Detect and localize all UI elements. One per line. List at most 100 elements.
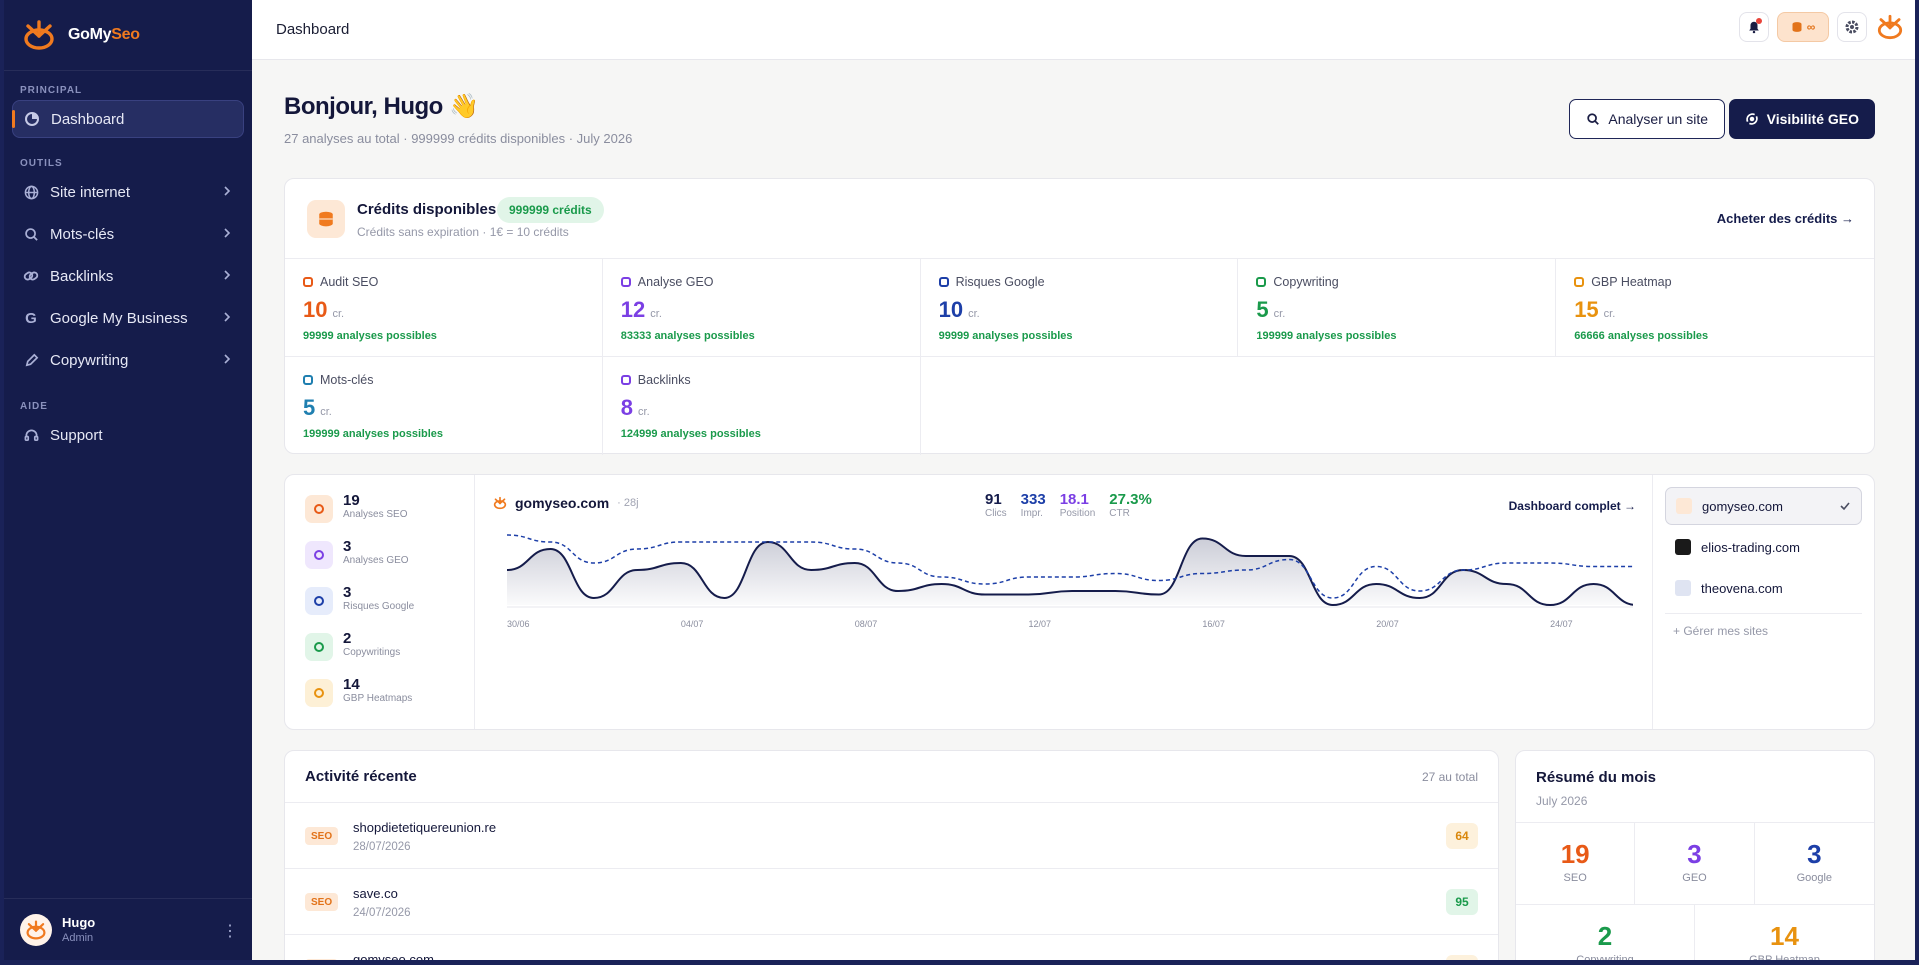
chevron-right-icon [224, 354, 231, 364]
site-option-1[interactable]: elios-trading.com [1665, 528, 1862, 566]
favicon-icon [1676, 498, 1692, 514]
tool-name: Mots-clés [320, 373, 374, 387]
chevron-right-icon [224, 312, 231, 322]
brand[interactable]: GoMySeo [4, 0, 252, 70]
logo-icon [1877, 14, 1903, 40]
count-value: 14 [343, 676, 360, 693]
x-tick-label: 16/07 [1202, 619, 1225, 629]
credits-card: Crédits disponibles 999999 crédits Crédi… [284, 178, 1875, 455]
summary-cell: 14 GBP Heatmap [1695, 905, 1874, 960]
count-value: 3 [343, 538, 352, 555]
summary-month: July 2026 [1536, 794, 1588, 808]
sidebar-item-label: Site internet [50, 183, 131, 201]
sidebar-item-copywriting[interactable]: Copywriting [12, 341, 244, 379]
tool-cost: 15 [1574, 297, 1599, 322]
count-item-4[interactable]: 14 GBP Heatmaps [305, 677, 474, 723]
sidebar-item-label: Support [50, 426, 103, 444]
geo-visibility-button[interactable]: Visibilité GEO [1728, 99, 1875, 139]
recent-activity-card: Activité récente 27 au total SEO shopdie… [284, 750, 1499, 960]
count-label: Copywritings [343, 647, 401, 658]
table-row[interactable]: SEO save.co 24/07/2026 95 [285, 869, 1498, 935]
summary-cell: 3 Google [1754, 823, 1874, 905]
tool-cost: 8 [620, 395, 634, 420]
user-profile[interactable]: Hugo Admin ⋮ [4, 898, 252, 960]
sidebar-item-site-internet[interactable]: Site internet [12, 173, 244, 211]
sidebar-item-support[interactable]: Support [12, 416, 244, 454]
sidebar-item-backlinks[interactable]: Backlinks [12, 257, 244, 295]
notifications-button[interactable] [1739, 12, 1769, 42]
check-icon [1840, 502, 1850, 511]
empty-cell [921, 357, 1239, 455]
settings-button[interactable] [1837, 12, 1867, 42]
tool-cost: 12 [620, 297, 646, 322]
analyze-site-button[interactable]: Analyser un site [1569, 99, 1725, 139]
kpi-0: 91 Clics [985, 491, 1007, 519]
activity-site: shopdietetiquereunion.re [353, 820, 497, 835]
pen-icon [1256, 277, 1267, 287]
summary-cell: 19 SEO [1516, 823, 1636, 905]
period-label: · 28j [617, 497, 639, 509]
x-tick-label: 24/07 [1550, 619, 1573, 629]
site-option-0[interactable]: gomyseo.com [1665, 487, 1862, 525]
orbit-icon [620, 277, 631, 287]
count-item-3[interactable]: 2 Copywritings [305, 631, 474, 677]
empty-cell [1556, 357, 1874, 455]
buy-credits-link[interactable]: Acheter des crédits → [1717, 211, 1854, 226]
site-option-2[interactable]: theovena.com [1665, 569, 1862, 607]
credits-title: Crédits disponibles [357, 201, 497, 218]
count-label: Analyses GEO [343, 555, 409, 566]
brand-name: GoMySeo [68, 26, 140, 43]
score-badge: 95 [1446, 889, 1478, 915]
month-summary-card: Résumé du mois July 2026 19 SEO 3 GEO 3 Googl… [1515, 750, 1875, 960]
chevron-right-icon [224, 270, 231, 280]
summary-cell: 2 Copywriting [1516, 905, 1695, 960]
main-content: Dashboard ∞ Bonjour, Hugo 👋 27 analyses … [252, 0, 1915, 960]
chevron-right-icon [224, 228, 231, 238]
tool-name: GBP Heatmap [1591, 275, 1672, 289]
search-icon [303, 277, 313, 287]
activity-date: 24/07/2026 [353, 907, 411, 919]
credit-tool-0: Audit SEO 10 cr. 99999 analyses possibles [285, 259, 603, 357]
sidebar-item-dashboard[interactable]: Dashboard [12, 100, 244, 138]
count-label: Risques Google [343, 601, 415, 612]
unit: cr. [650, 308, 662, 320]
unit: cr. [1273, 308, 1286, 320]
search-icon [303, 375, 313, 385]
unit: cr. [1603, 308, 1616, 320]
sidebar-item-mots-cles[interactable]: Mots-clés [12, 215, 244, 253]
credits-badge: 999999 crédits [497, 197, 604, 223]
activity-site: save.co [353, 886, 398, 901]
table-row[interactable]: SEO gomyseo.com [285, 935, 1498, 960]
app-window: GoMySeo PRINCIPAL Dashboard OUTILS Site … [4, 0, 1915, 960]
site-selector: gomyseo.com elios-trading.com theovena.c… [1652, 475, 1874, 729]
count-item-0[interactable]: 19 Analyses SEO [305, 493, 474, 539]
summary-title: Résumé du mois [1536, 769, 1657, 786]
manage-sites-link[interactable]: + Gérer mes sites [1665, 613, 1862, 638]
performance-chart: 30/06 04/07 08/07 12/07 16/07 20/07 24/07 [506, 534, 1633, 629]
greeting-subtitle: 27 analyses au total · 999999 crédits di… [284, 131, 633, 146]
brand-avatar[interactable] [1875, 12, 1905, 42]
credits-button[interactable]: ∞ [1777, 12, 1829, 42]
google-icon [305, 587, 333, 615]
count-item-1[interactable]: 3 Analyses GEO [305, 539, 474, 585]
heatmap-icon [1574, 277, 1585, 287]
google-icon: G [25, 309, 37, 327]
x-tick-label: 12/07 [1029, 619, 1052, 629]
sidebar: GoMySeo PRINCIPAL Dashboard OUTILS Site … [4, 0, 252, 960]
credits-grid: Audit SEO 10 cr. 99999 analyses possibles… [285, 259, 1874, 455]
page-title: Dashboard [276, 21, 350, 38]
more-vertical-icon[interactable]: ⋮ [222, 921, 238, 941]
tool-name: Analyse GEO [637, 275, 714, 289]
sidebar-item-google-my-business[interactable]: G Google My Business [12, 299, 244, 337]
count-item-2[interactable]: 3 Risques Google [305, 585, 474, 631]
full-dashboard-link[interactable]: Dashboard complet → [1509, 499, 1636, 513]
activity-site: gomyseo.com [353, 952, 434, 960]
sidebar-item-label: Copywriting [50, 351, 129, 369]
kpi-2: 18.1 Position [1059, 491, 1096, 519]
count-value: 2 [343, 630, 352, 647]
section-title-aide: AIDE [20, 401, 48, 412]
credit-tool-2: Risques Google 10 cr. 99999 analyses poss… [920, 259, 1239, 357]
table-row[interactable]: SEO shopdietetiquereunion.re 28/07/2026 … [285, 803, 1498, 869]
logo-icon [24, 20, 54, 50]
count-value: 3 [343, 584, 352, 601]
